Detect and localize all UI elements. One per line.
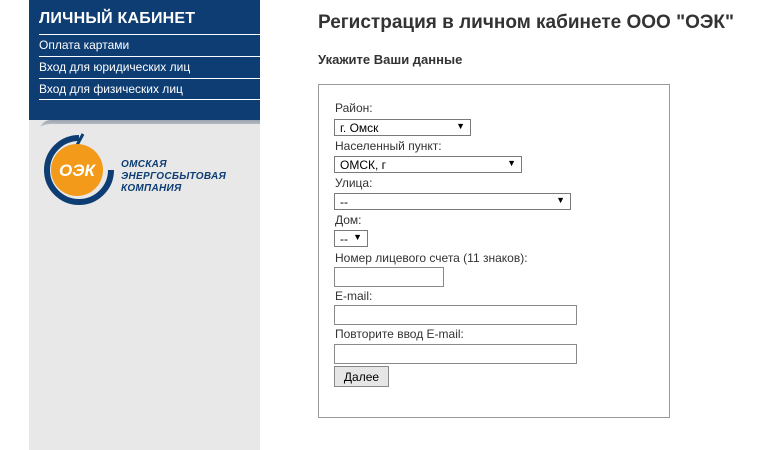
sidebar-header-panel: ЛИЧНЫЙ КАБИНЕТ Оплата картами Вход для ю… (29, 0, 260, 120)
street-selected-value: -- (340, 195, 348, 209)
district-label: Район: (335, 101, 373, 115)
logo-text: ОЭК (59, 161, 96, 180)
page-title: Регистрация в личном кабинете ООО "ОЭК" (318, 12, 734, 33)
sidebar-link-individuals[interactable]: Вход для физических лиц (39, 78, 260, 99)
next-button[interactable]: Далее (334, 366, 389, 387)
street-select[interactable]: -- ▼ (334, 193, 571, 210)
locality-selected-value: ОМСК, г (340, 158, 387, 172)
chevron-down-icon: ▼ (353, 232, 362, 242)
sidebar-link-card-payment[interactable]: Оплата картами (39, 34, 260, 55)
sidebar-link-legal-entities[interactable]: Вход для юридических лиц (39, 56, 260, 77)
sidebar-title: ЛИЧНЫЙ КАБИНЕТ (39, 10, 196, 27)
chevron-down-icon: ▼ (456, 121, 465, 131)
email-input[interactable] (334, 305, 577, 325)
house-selected-value: -- (340, 232, 348, 246)
oek-logo-icon: ОЭК (44, 133, 114, 205)
house-label: Дом: (335, 213, 362, 227)
chevron-down-icon: ▼ (556, 195, 565, 205)
house-select[interactable]: -- ▼ (334, 230, 368, 247)
street-label: Улица: (335, 176, 373, 190)
email-repeat-input[interactable] (334, 344, 577, 364)
district-selected-value: г. Омск (340, 121, 379, 135)
account-number-input[interactable] (334, 267, 444, 287)
sidebar: ЛИЧНЫЙ КАБИНЕТ Оплата картами Вход для ю… (29, 0, 260, 450)
email-repeat-label: Повторите ввод E-mail: (335, 327, 464, 341)
registration-form: Район: г. Омск ▼ Населенный пункт: ОМСК,… (318, 84, 670, 418)
district-select[interactable]: г. Омск ▼ (334, 119, 471, 136)
locality-label: Населенный пункт: (335, 139, 442, 153)
locality-select[interactable]: ОМСК, г ▼ (334, 156, 522, 173)
form-subtitle: Укажите Ваши данные (318, 52, 463, 67)
sidebar-divider (39, 99, 260, 100)
account-number-label: Номер лицевого счета (11 знаков): (335, 251, 528, 265)
chevron-down-icon: ▼ (507, 158, 516, 168)
email-label: E-mail: (335, 289, 373, 303)
company-name: ОМСКАЯ ЭНЕРГОСБЫТОВАЯ КОМПАНИЯ (121, 159, 227, 194)
